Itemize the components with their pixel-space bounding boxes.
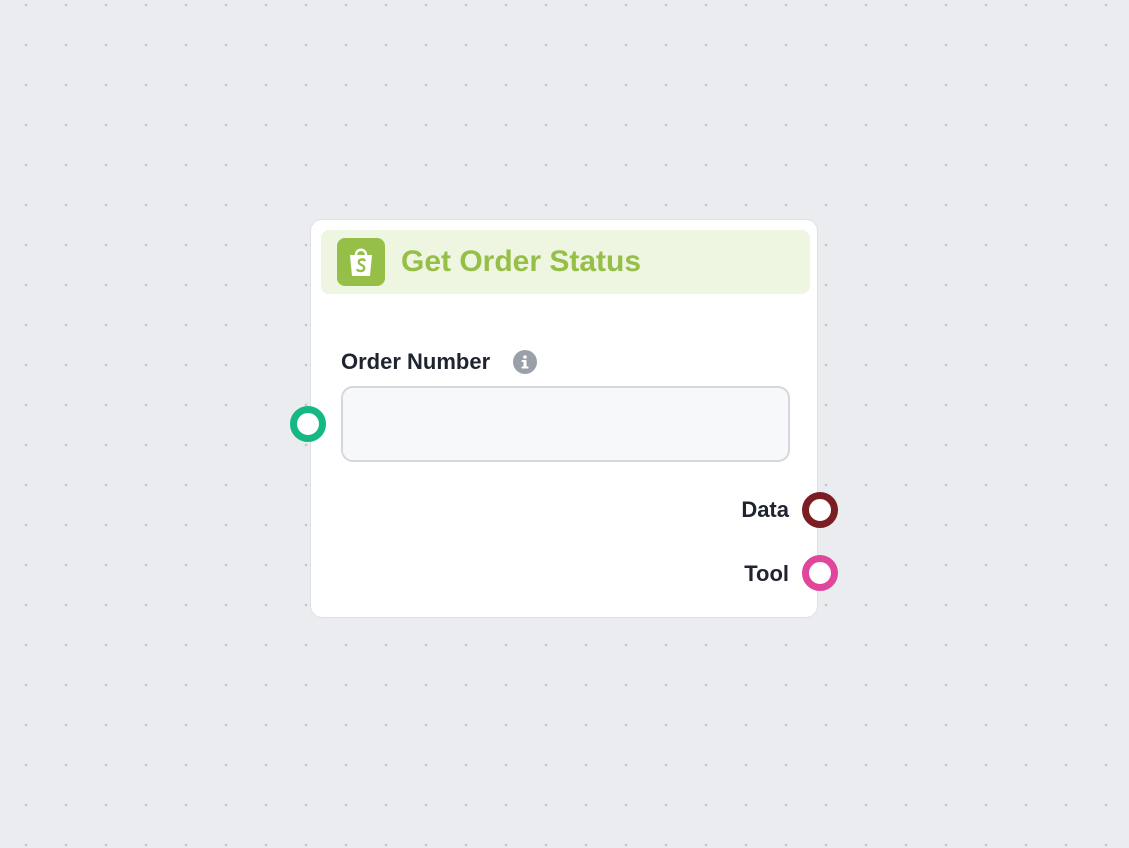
output-label-data: Data [741,497,789,522]
output-handle-tool[interactable] [802,555,838,591]
node-title: Get Order Status [401,245,642,278]
order-number-label: Order Number [341,349,491,374]
shopify-bag-icon [337,238,385,286]
node-header: Get Order Status [321,230,810,294]
input-handle[interactable] [290,406,326,442]
order-number-input[interactable] [341,386,790,462]
info-icon[interactable] [513,350,537,374]
workflow-node[interactable]: Get Order Status Order Number Data Tool [310,219,818,618]
output-label-tool: Tool [744,561,789,586]
output-handle-data[interactable] [802,492,838,528]
